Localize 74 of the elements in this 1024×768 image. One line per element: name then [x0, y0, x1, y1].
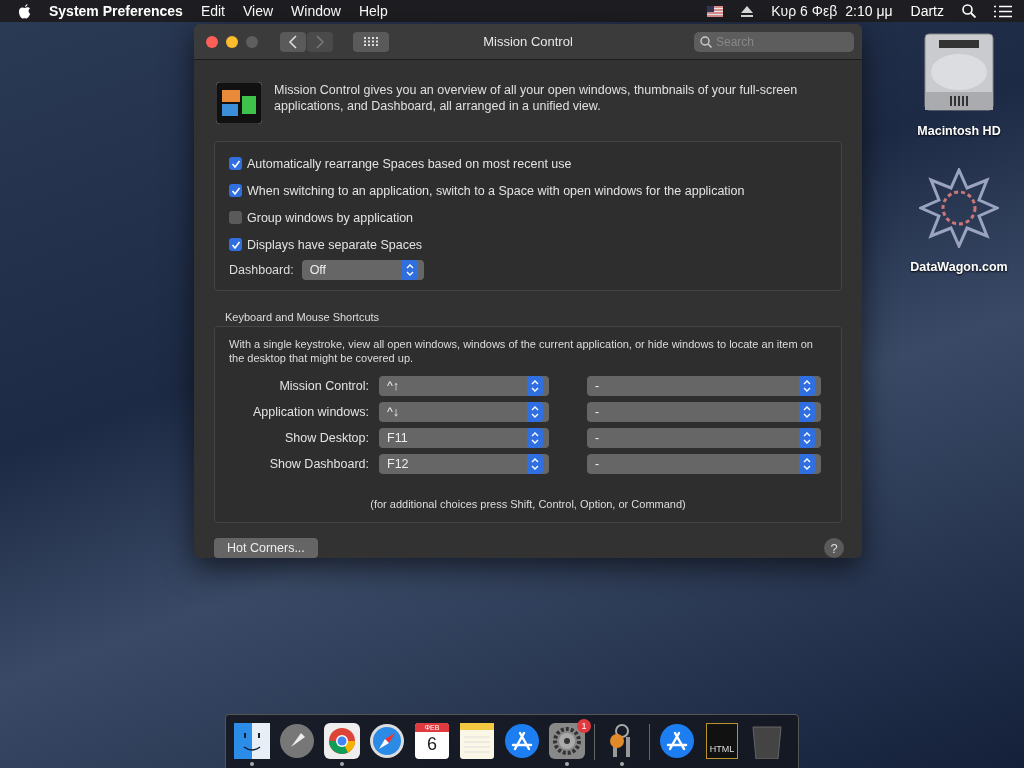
menu-item[interactable]: View: [243, 3, 274, 19]
up-down-arrows-icon: [801, 378, 813, 394]
menu-item[interactable]: Edit: [200, 3, 225, 19]
app-store-icon[interactable]: [659, 722, 695, 759]
shortcut-label: Show Dashboard:: [268, 457, 369, 471]
rocket-icon[interactable]: [279, 722, 315, 759]
description-text: Mission Control gives you an overview of all your open windows, thumbnails of your full-screen applications, and Dashboard, all arranged in a unified view.: [274, 82, 799, 114]
browser-icon[interactable]: [324, 722, 360, 759]
chevron-right-icon: [315, 34, 325, 49]
mouse-shortcut-dropdown[interactable]: -: [587, 428, 821, 448]
shortcuts-description: With a single keystroke, view all open windows, windows of the current application, or hide windows to locate an item on the desktop that might be covered up.: [229, 337, 814, 365]
dashboard-dropdown[interactable]: Off: [301, 260, 424, 280]
keyboard-shortcut-dropdown[interactable]: F11: [379, 428, 549, 448]
apple-logo-icon[interactable]: [18, 3, 31, 19]
minimize-button[interactable]: [226, 35, 238, 48]
app-menu[interactable]: System Preferences: [49, 3, 183, 19]
chevron-left-icon: [288, 34, 298, 49]
calendar-day: 6: [427, 731, 437, 756]
gear-icon[interactable]: [549, 722, 585, 759]
keyboard-shortcut-dropdown[interactable]: F12: [379, 454, 549, 474]
flag-icon[interactable]: [707, 5, 724, 17]
up-down-arrows-icon: [801, 404, 813, 420]
desktop-icon-label[interactable]: DataWagon.com: [910, 260, 1008, 274]
hint-text: (for additional choices press Shift, Control, Option, or Command): [369, 498, 687, 510]
star-pattern-icon[interactable]: [919, 168, 999, 248]
shortcut-label: Show Desktop:: [283, 431, 369, 445]
search-icon[interactable]: [962, 4, 976, 18]
hot-corners-button[interactable]: Hot Corners...: [214, 538, 318, 558]
back-button[interactable]: [280, 31, 306, 52]
html-file-icon[interactable]: HTML: [706, 722, 738, 759]
menu-item[interactable]: Window: [291, 3, 341, 19]
window-title: Mission Control: [483, 34, 573, 49]
list-icon[interactable]: [994, 4, 1012, 18]
checkbox-label[interactable]: Group windows by application: [247, 210, 414, 225]
user-name[interactable]: Dartz: [910, 3, 944, 19]
checkbox-label[interactable]: When switching to an application, switch to a Space with open windows for the application: [247, 183, 745, 198]
eject-icon[interactable]: [741, 5, 754, 17]
grid-icon: [363, 36, 379, 47]
hard-drive-icon[interactable]: [921, 32, 997, 112]
up-down-arrows-icon: [801, 430, 813, 446]
menu-item[interactable]: Help: [358, 3, 388, 19]
mouse-shortcut-dropdown[interactable]: -: [587, 376, 821, 396]
shortcut-label: Application windows:: [251, 405, 369, 419]
checkbox[interactable]: [229, 211, 242, 224]
finder-icon[interactable]: [234, 722, 270, 759]
up-down-arrows-icon: [529, 430, 541, 446]
compass-icon[interactable]: [369, 722, 405, 759]
dashboard-label: Dashboard:: [229, 263, 294, 277]
search-icon: [700, 35, 712, 48]
checkbox-label[interactable]: Automatically rearrange Spaces based on most recent use: [247, 156, 572, 171]
mouse-shortcut-dropdown[interactable]: -: [587, 402, 821, 422]
help-button[interactable]: ?: [824, 538, 844, 558]
checkbox[interactable]: [229, 238, 242, 251]
close-button[interactable]: [206, 35, 218, 48]
up-down-arrows-icon: [801, 456, 813, 472]
checkbox[interactable]: [229, 157, 242, 170]
checkbox[interactable]: [229, 184, 242, 197]
mission-control-icon: [216, 82, 262, 124]
keyboard-shortcut-dropdown[interactable]: ^↓: [379, 402, 549, 422]
notepad-icon[interactable]: [460, 722, 494, 759]
up-down-arrows-icon: [529, 378, 541, 394]
menu-date[interactable]: Κυρ 6 Φεβ: [771, 3, 838, 19]
checkbox-label[interactable]: Displays have separate Spaces: [247, 237, 423, 252]
app-store-icon[interactable]: [504, 722, 540, 759]
keyboard-shortcut-dropdown[interactable]: ^↑: [379, 376, 549, 396]
show-all-button[interactable]: [353, 31, 389, 52]
section-heading: Keyboard and Mouse Shortcuts: [225, 311, 381, 323]
desktop-icon-label[interactable]: Macintosh HD: [917, 124, 1001, 138]
shortcut-label: Mission Control:: [278, 379, 369, 393]
mouse-shortcut-dropdown[interactable]: -: [587, 454, 821, 474]
up-down-arrows-icon: [529, 456, 541, 472]
menu-time[interactable]: 2:10 μμ: [845, 3, 893, 19]
notification-badge: 1: [577, 718, 591, 733]
up-down-arrows-icon: [529, 404, 541, 420]
